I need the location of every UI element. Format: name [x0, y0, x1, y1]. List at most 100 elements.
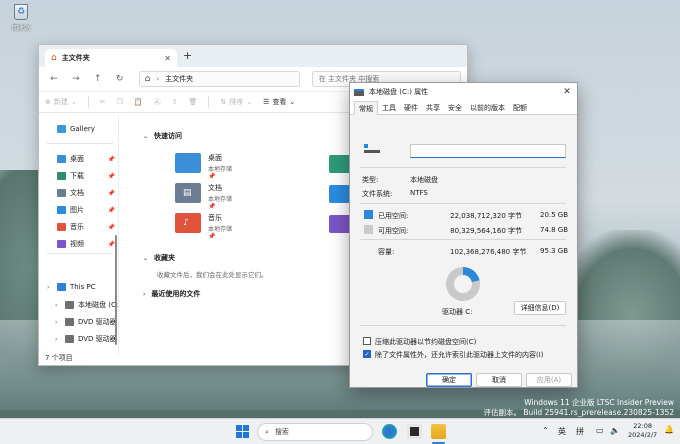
build-watermark: Windows 11 企业版 LTSC Insider Preview 评估副本… — [483, 398, 674, 418]
ime-mode-indicator[interactable]: 拼 — [576, 426, 584, 437]
drive-large-icon — [364, 144, 380, 154]
divider — [360, 203, 566, 204]
address-home-icon: ⌂ — [144, 74, 151, 84]
used-space-swatch — [364, 210, 373, 219]
folder-icon — [57, 223, 66, 231]
address-bar[interactable]: ⌂ › 主文件夹 — [138, 71, 300, 87]
dialog-tab[interactable]: 硬件 — [400, 101, 422, 114]
downloads-folder-icon[interactable] — [329, 155, 351, 173]
sidebar-item-pinned[interactable]: 音乐 📌 — [39, 219, 119, 235]
sidebar-item-gallery[interactable]: Gallery — [39, 121, 119, 137]
drive-name-input[interactable] — [410, 144, 566, 158]
desktop-recycle-bin[interactable]: 回收站 — [6, 4, 36, 32]
pin-icon: 📌 — [107, 240, 115, 248]
sidebar-item-pinned[interactable]: 文档 📌 — [39, 185, 119, 201]
forward-arrow-icon[interactable]: → — [67, 74, 85, 84]
drive-icon — [65, 335, 74, 343]
task-view-icon[interactable] — [407, 424, 422, 439]
videos-folder-icon[interactable] — [329, 215, 351, 233]
quick-access-item[interactable]: 桌面 本地存储 📌 — [175, 153, 232, 180]
taskbar-search-label: 搜索 — [274, 428, 289, 436]
close-icon[interactable]: ✕ — [561, 87, 573, 97]
folder-icon — [57, 189, 66, 197]
ime-language-indicator[interactable]: 英 — [558, 426, 566, 437]
up-arrow-icon[interactable]: ↑ — [89, 74, 107, 84]
paste-icon[interactable]: 📋 — [134, 98, 143, 106]
quick-access-item[interactable]: ♪ 音乐 本地存储 📌 — [175, 213, 232, 240]
sidebar-item-label: 文档 — [70, 189, 84, 197]
cut-icon[interactable]: ✂ — [100, 98, 106, 106]
gallery-icon — [57, 125, 66, 133]
dialog-tab[interactable]: 共享 — [422, 101, 444, 114]
section-quick-access[interactable]: ⌄ 快速访问 — [143, 131, 182, 141]
desktop-icon-label: 回收站 — [11, 25, 30, 32]
type-label: 类型: — [362, 176, 379, 184]
folder-icon: ▤ — [175, 183, 201, 203]
cancel-button[interactable]: 取消 — [476, 373, 522, 387]
filesystem-label: 文件系统: — [362, 190, 393, 198]
apply-button[interactable]: 应用(A) — [526, 373, 572, 387]
section-title: 快速访问 — [154, 132, 183, 140]
ok-button[interactable]: 确定 — [426, 373, 472, 387]
view-button[interactable]: ☰ 查看 ⌄ — [263, 97, 295, 107]
capacity-size: 95.3 GB — [540, 247, 569, 255]
refresh-icon[interactable]: ↻ — [111, 74, 129, 84]
used-space-bytes: 22,038,712,320 字节 — [450, 212, 522, 220]
back-arrow-icon[interactable]: ← — [45, 74, 63, 84]
drive-letter-label: 驱动器 C: — [442, 308, 473, 316]
pictures-folder-icon[interactable] — [329, 185, 351, 203]
item-name: 桌面 — [208, 154, 222, 162]
sort-button[interactable]: ⇅ 排序 ⌄ — [220, 97, 252, 107]
new-button[interactable]: ⊕ 新建 ⌄ — [45, 97, 77, 107]
favorites-empty-text: 收藏文件后，我们会在此处显示它们。 — [157, 271, 268, 279]
details-button[interactable]: 详细信息(D) — [514, 301, 566, 315]
sidebar-item-pinned[interactable]: 视频 📌 — [39, 236, 119, 252]
home-icon: ⌂ — [51, 53, 57, 63]
sidebar-item-pinned[interactable]: 下载 📌 — [39, 168, 119, 184]
copilot-icon[interactable] — [382, 424, 397, 439]
folder-icon — [175, 153, 201, 173]
type-value: 本地磁盘 — [410, 176, 438, 184]
taskbar-search[interactable]: ⌕ 搜索 — [257, 423, 373, 441]
delete-icon[interactable]: 🗑 — [189, 98, 198, 106]
compress-checkbox[interactable] — [363, 337, 371, 345]
view-icon: ☰ — [263, 98, 270, 106]
dialog-tab[interactable]: 配额 — [509, 101, 531, 114]
dialog-tab[interactable]: 工具 — [378, 101, 400, 114]
sidebar-item-label: DVD 驱动器 (E: — [78, 318, 119, 326]
pin-icon: 📌 — [208, 203, 216, 210]
dialog-tab[interactable]: 以前的版本 — [466, 101, 509, 114]
rename-icon[interactable]: Ⓐ — [154, 97, 161, 107]
file-explorer-taskbar-icon[interactable] — [431, 424, 446, 439]
command-separator — [208, 96, 210, 108]
volume-icon[interactable]: 🔈 — [610, 426, 620, 435]
computer-icon — [57, 283, 66, 291]
copy-icon[interactable]: ❐ — [117, 98, 123, 106]
share-icon[interactable]: ⇪ — [172, 98, 178, 106]
dialog-tab[interactable]: 安全 — [444, 101, 466, 114]
notification-bell-icon[interactable]: 🔔 — [664, 425, 674, 434]
section-recent[interactable]: › 最近使用的文件 — [143, 289, 200, 299]
section-favorites[interactable]: ⌄ 收藏夹 — [143, 253, 175, 263]
sidebar-item-drive[interactable]: › DVD 驱动器 (D: — [39, 331, 119, 347]
sort-button-label: 排序 — [229, 98, 244, 106]
quick-access-item[interactable]: ▤ 文档 本地存储 📌 — [175, 183, 232, 210]
explorer-tab-home[interactable]: ⌂ 主文件夹 ✕ — [45, 49, 177, 67]
network-icon[interactable]: ▭ — [596, 426, 604, 435]
new-tab-icon[interactable]: + — [183, 49, 192, 62]
dialog-tab[interactable]: 常规 — [354, 101, 378, 115]
drive-icon — [354, 88, 364, 96]
tray-overflow-chevron-icon[interactable]: ⌃ — [542, 426, 549, 435]
start-button-windows-icon[interactable] — [236, 425, 249, 438]
tab-close-icon[interactable]: ✕ — [164, 54, 171, 63]
sidebar-item-pinned[interactable]: 桌面 📌 — [39, 151, 119, 167]
index-checkbox[interactable]: ✓ — [363, 350, 371, 358]
recycle-bin-icon — [14, 4, 28, 20]
item-name: 文档 — [208, 184, 222, 192]
system-clock[interactable]: 22:08 2024/2/7 — [628, 422, 657, 440]
sidebar-item-pinned[interactable]: 图片 📌 — [39, 202, 119, 218]
sidebar-scrollbar[interactable] — [115, 235, 117, 345]
sidebar-item-drive[interactable]: › DVD 驱动器 (E: — [39, 314, 119, 330]
sidebar-item-this-pc[interactable]: › This PC — [39, 279, 119, 295]
sidebar-item-drive[interactable]: › 本地磁盘 (C:) — [39, 297, 119, 313]
